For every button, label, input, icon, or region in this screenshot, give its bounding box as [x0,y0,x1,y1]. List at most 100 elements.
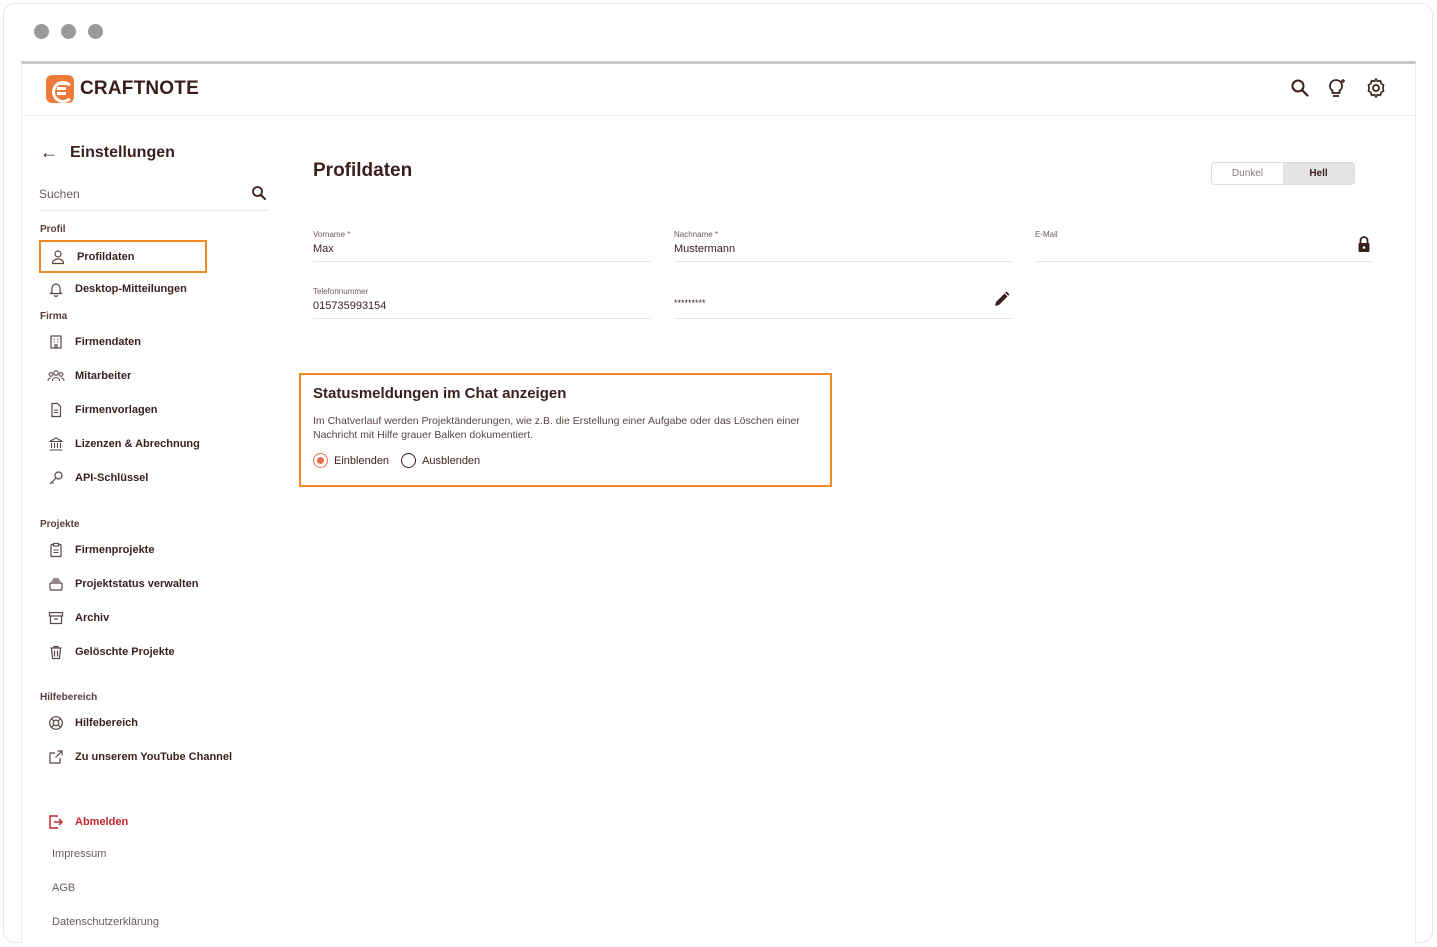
sidebar-item-firmenvorlagen[interactable]: Firmenvorlagen [39,395,249,425]
sidebar-item-mitarbeiter[interactable]: Mitarbeiter [39,361,249,391]
password-label-spacer [674,287,1012,296]
radio-checked-icon[interactable] [313,453,328,468]
window-dot[interactable] [88,24,103,39]
lifebuoy-icon [47,714,65,732]
settings-gear-icon[interactable] [1365,77,1387,99]
radio-unchecked-icon[interactable] [401,453,417,468]
trash-icon [47,643,65,661]
edit-pencil-icon[interactable] [993,291,1010,313]
back-row: ← Einstellungen [40,142,175,163]
lightbulb-icon[interactable] [1327,77,1349,99]
window-dot[interactable] [61,24,76,39]
sidebar-item-label: Lizenzen & Abrechnung [75,438,200,450]
status-card-title: Statusmeldungen im Chat anzeigen [313,385,567,402]
sidebar-item-label: Desktop-Mitteilungen [75,283,187,295]
radio-ausblenden[interactable]: Ausblenden [401,453,480,468]
top-actions [1289,77,1387,99]
stack-icon [47,575,65,593]
sidebar-item-label: Mitarbeiter [75,370,132,382]
search-icon[interactable] [251,185,267,206]
section-label-profil: Profil [40,224,66,235]
lastname-field[interactable]: Nachname * Mustermann [674,230,1012,262]
email-label: E-Mail [1035,230,1058,239]
main-content: Profildaten Dunkel Hell Vorname * Max Na… [299,116,1412,945]
sidebar-item-profildaten[interactable]: Profildaten [39,240,207,273]
section-label-hilfe: Hilfebereich [40,692,98,703]
sidebar-item-firmenprojekte[interactable]: Firmenprojekte [39,535,249,565]
radio-einblenden-label: Einblenden [334,454,390,467]
logout-icon [47,813,65,831]
back-arrow-icon[interactable]: ← [40,142,58,163]
theme-light-option[interactable]: Hell [1283,163,1354,184]
window-controls [34,24,103,39]
logout-label: Abmelden [75,816,129,828]
agb-link[interactable]: AGB [52,882,75,894]
sidebar-item-label: Projektstatus verwalten [75,578,199,590]
phone-label: Telefonnummer [313,287,369,296]
sidebar-item-hilfebereich[interactable]: Hilfebereich [39,708,249,738]
password-field[interactable]: ********* [674,287,1012,319]
radio-einblenden[interactable]: Einblenden [313,453,389,468]
top-bar: CRAFTNOTE [22,64,1415,116]
password-value: ********* [674,298,706,308]
status-messages-card: Statusmeldungen im Chat anzeigen Im Chat… [299,373,832,487]
section-label-firma: Firma [40,311,68,322]
page-title: Profildaten [313,160,413,181]
app-window: CRAFTNOTE ← Einstellungen Profil [21,61,1416,945]
lastname-value[interactable]: Mustermann [674,243,1012,255]
sidebar-item-label: Firmendaten [75,336,142,348]
sidebar-item-firmendaten[interactable]: Firmendaten [39,327,249,357]
bell-icon [47,280,65,298]
external-link-icon [47,748,65,766]
sidebar-item-label: API-Schlüssel [75,472,149,484]
logout-button[interactable]: Abmelden [39,807,249,837]
sidebar-item-lizenzen[interactable]: Lizenzen & Abrechnung [39,429,249,459]
theme-toggle: Dunkel Hell [1211,162,1355,185]
impressum-link[interactable]: Impressum [52,848,106,860]
sidebar-item-label: Archiv [75,612,110,624]
sidebar-item-label: Firmenprojekte [75,544,155,556]
sidebar-title: Einstellungen [70,143,175,161]
phone-field[interactable]: Telefonnummer 015735993154 [313,287,651,319]
sidebar-item-archiv[interactable]: Archiv [39,603,249,633]
sidebar-item-youtube-channel[interactable]: Zu unserem YouTube Channel [39,742,249,772]
email-field: E-Mail [1035,230,1373,262]
search-icon[interactable] [1289,77,1311,99]
datenschutz-link[interactable]: Datenschutzerklärung [52,916,159,928]
sidebar-item-label: Zu unserem YouTube Channel [75,751,233,763]
phone-value[interactable]: 015735993154 [313,300,651,312]
section-label-projekte: Projekte [40,519,80,530]
window-dot[interactable] [34,24,49,39]
sidebar-item-label: Firmenvorlagen [75,404,158,416]
sidebar-item-api-schluessel[interactable]: API-Schlüssel [39,463,249,493]
archive-icon [47,609,65,627]
settings-sidebar: ← Einstellungen Profil Profildaten Deskt… [22,116,282,945]
radio-ausblenden-label: Ausblenden [422,454,481,467]
sidebar-item-label: Hilfebereich [75,717,138,729]
status-radio-group: Einblenden Ausblenden [313,453,818,468]
firstname-label: Vorname * [313,230,351,239]
logo-text: CRAFTNOTE [80,78,199,99]
firstname-value[interactable]: Max [313,243,651,255]
status-card-description: Im Chatverlauf werden Projektänderungen,… [313,415,800,441]
sidebar-item-geloeschte-projekte[interactable]: Gelöschte Projekte [39,637,249,667]
lock-icon [1357,236,1371,258]
document-icon [47,401,65,419]
theme-dark-option[interactable]: Dunkel [1212,163,1283,184]
building-icon [47,333,65,351]
sidebar-item-projektstatus[interactable]: Projektstatus verwalten [39,569,249,599]
team-icon [47,367,65,385]
settings-search-input[interactable] [39,187,239,201]
firstname-field[interactable]: Vorname * Max [313,230,651,262]
sidebar-item-label: Gelöschte Projekte [75,646,175,658]
sidebar-item-desktop-mitteilungen[interactable]: Desktop-Mitteilungen [39,274,249,304]
sidebar-item-label: Profildaten [77,250,135,263]
clipboard-icon [47,541,65,559]
key-icon [47,469,65,487]
search-field [39,185,269,211]
bank-icon [47,435,65,453]
craftnote-logo-icon [46,75,74,103]
logo[interactable]: CRAFTNOTE [46,75,199,103]
user-icon [49,248,67,266]
lastname-label: Nachname * [674,230,719,239]
